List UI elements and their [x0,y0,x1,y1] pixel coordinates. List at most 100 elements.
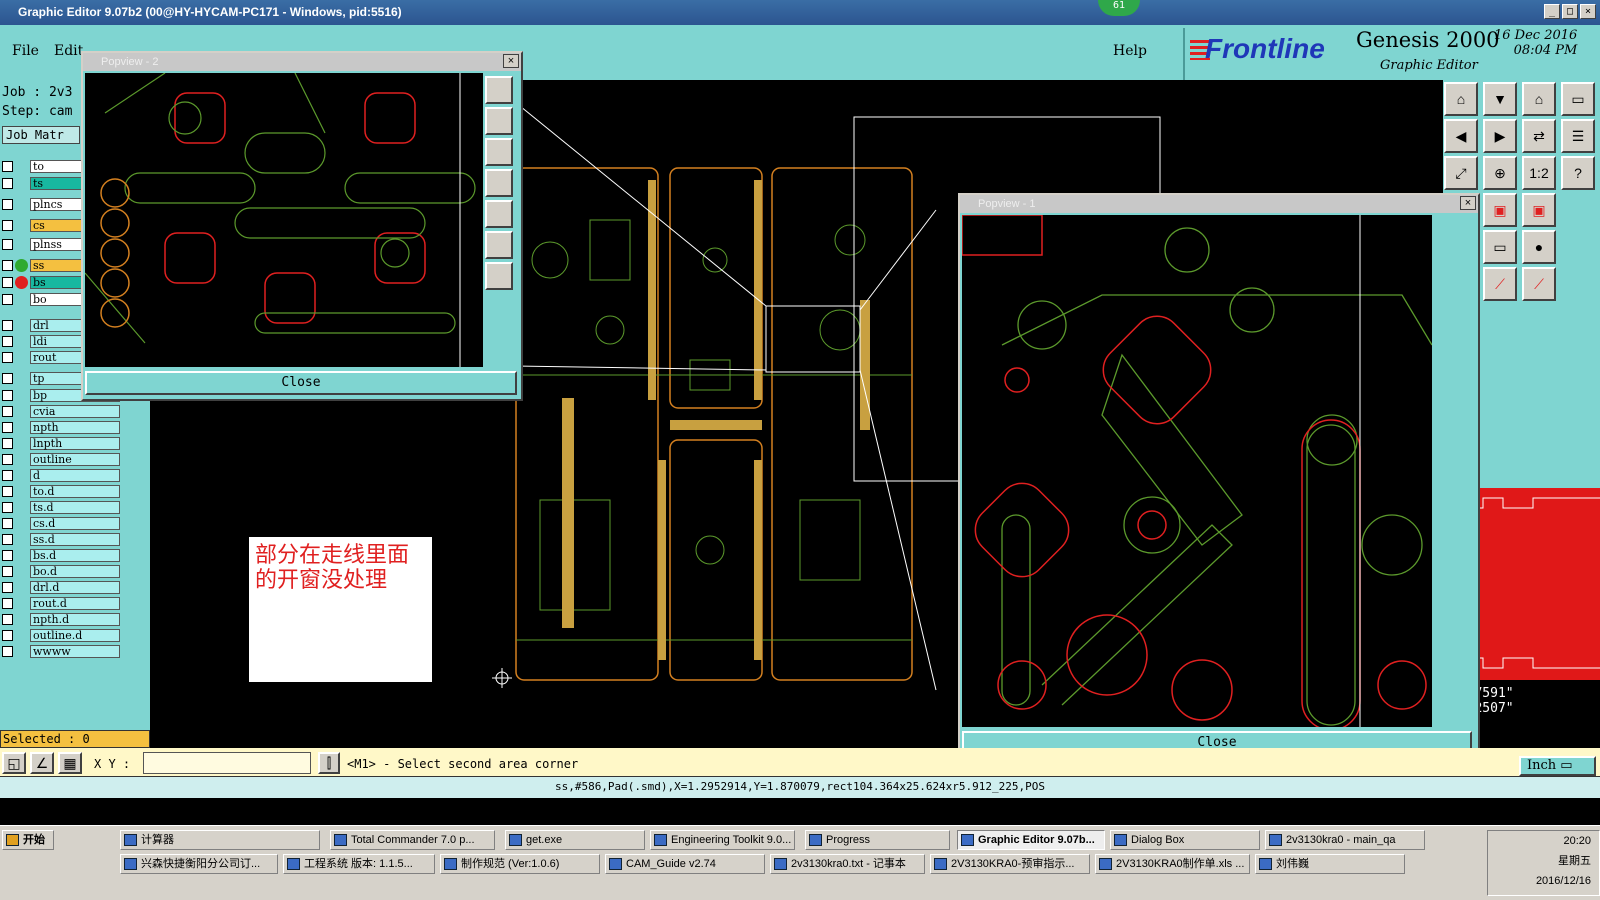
layer-checkbox[interactable] [2,597,13,609]
layer-row[interactable]: cs.d [2,516,120,530]
pv2-up-icon[interactable] [485,107,513,135]
layer-checkbox[interactable] [2,645,13,657]
menu-help[interactable]: Help [1113,43,1147,59]
pv2-left-icon[interactable] [485,169,513,197]
tool-window-icon[interactable]: ▭ [1561,82,1595,116]
tool-list-icon[interactable]: ☰ [1561,119,1595,153]
layer-row[interactable]: lnpth [2,436,120,450]
tool-left-icon[interactable]: ◀ [1444,119,1478,153]
layer-checkbox[interactable] [2,565,13,577]
pv2-down-icon[interactable] [485,138,513,166]
layer-checkbox[interactable] [2,437,13,449]
layer-row[interactable]: wwww [2,644,120,658]
taskbar-button[interactable]: 刘伟巍 [1255,854,1405,874]
taskbar-button[interactable]: 制作规范 (Ver:1.0.6) [440,854,600,874]
taskbar-button[interactable]: get.exe [505,830,645,850]
layer-checkbox[interactable] [2,238,13,250]
tool-circle-icon[interactable]: ● [1522,230,1556,264]
layer-row[interactable]: outline [2,452,120,466]
layer-row[interactable]: npth [2,420,120,434]
taskbar-button[interactable]: 兴森快捷衡阳分公司订... [120,854,278,874]
layer-checkbox[interactable] [2,293,13,305]
coordinate-mode-icon[interactable]: ⫿ [318,752,340,774]
tool-help-icon[interactable]: ? [1561,156,1595,190]
popview-2-canvas[interactable] [85,73,483,367]
pv2-open-icon[interactable] [485,76,513,104]
layer-row[interactable]: d [2,468,120,482]
tool-house-icon[interactable]: ⌂ [1522,82,1556,116]
tool-mirror-icon[interactable]: ⇄ [1522,119,1556,153]
tool-layers-icon[interactable]: ▣ [1483,193,1517,227]
snap-icon[interactable]: ◱ [2,752,26,774]
taskbar-button[interactable]: 工程系统 版本: 1.1.5... [283,854,435,874]
layer-row[interactable]: bs.d [2,548,120,562]
layer-checkbox[interactable] [2,372,13,384]
popview-1-canvas[interactable] [962,215,1432,727]
taskbar-button[interactable]: 计算器 [120,830,320,850]
taskbar-button[interactable]: Progress [805,830,950,850]
layer-checkbox[interactable] [2,485,13,497]
layer-row[interactable]: ss.d [2,532,120,546]
layer-checkbox[interactable] [2,335,13,347]
maximize-button[interactable]: □ [1562,4,1578,19]
tool-zoom-icon[interactable]: ⊕ [1483,156,1517,190]
popview-1-window[interactable]: Popview - 1 × Close [958,193,1480,761]
layer-row[interactable]: ts.d [2,500,120,514]
layer-checkbox[interactable] [2,405,13,417]
menu-edit[interactable]: Edit [54,43,83,59]
layer-checkbox[interactable] [2,501,13,513]
minimize-button[interactable]: _ [1544,4,1560,19]
taskbar-button[interactable]: Dialog Box [1110,830,1260,850]
layer-checkbox[interactable] [2,160,13,172]
layer-checkbox[interactable] [2,581,13,593]
tool-ratio-icon[interactable]: 1:2 [1522,156,1556,190]
layer-checkbox[interactable] [2,421,13,433]
layer-checkbox[interactable] [2,177,13,189]
unit-selector[interactable]: Inch ▭ [1519,756,1596,776]
job-matrix-button[interactable]: Job Matr [2,126,80,144]
tool-line2-icon[interactable]: ⟋ [1522,267,1556,301]
taskbar-button[interactable]: CAM_Guide v2.74 [605,854,765,874]
tool-right-icon[interactable]: ▶ [1483,119,1517,153]
layer-checkbox[interactable] [2,219,13,231]
taskbar-button[interactable]: Total Commander 7.0 p... [330,830,495,850]
layer-row[interactable]: rout.d [2,596,120,610]
layer-checkbox[interactable] [2,613,13,625]
tool-ruler-icon[interactable]: ▭ [1483,230,1517,264]
grid-snap-icon[interactable]: ▦ [58,752,82,774]
tool-home-icon[interactable]: ⌂ [1444,82,1478,116]
layer-checkbox[interactable] [2,319,13,331]
layer-checkbox[interactable] [2,389,13,401]
popview-2-window[interactable]: Popview - 2 × Close [81,51,523,401]
layer-row[interactable]: drl.d [2,580,120,594]
angle-icon[interactable]: ∠ [30,752,54,774]
popview-2-close-button[interactable]: Close [85,371,517,395]
taskbar-button[interactable]: Graphic Editor 9.07b... [957,830,1105,850]
popview-2-close-icon[interactable]: × [503,54,519,68]
layer-checkbox[interactable] [2,549,13,561]
layer-row[interactable]: npth.d [2,612,120,626]
layer-row[interactable]: outline.d [2,628,120,642]
tool-fit-icon[interactable]: ⤢ [1444,156,1478,190]
menu-file[interactable]: File [12,43,39,59]
layer-checkbox[interactable] [2,198,13,210]
close-window-button[interactable]: × [1580,4,1596,19]
layer-checkbox[interactable] [2,533,13,545]
popview-1-close-icon[interactable]: × [1460,196,1476,210]
xy-input[interactable] [143,752,311,774]
tool-layers2-icon[interactable]: ▣ [1522,193,1556,227]
tool-line-icon[interactable]: ⟋ [1483,267,1517,301]
pv2-fit-icon[interactable] [485,231,513,259]
layer-checkbox[interactable] [2,453,13,465]
pv2-zoom-icon[interactable] [485,262,513,290]
tool-down-icon[interactable]: ▼ [1483,82,1517,116]
layer-checkbox[interactable] [2,276,13,288]
taskbar-button[interactable]: 2v3130kra0.txt - 记事本 [770,854,925,874]
layer-checkbox[interactable] [2,469,13,481]
pv2-right-icon[interactable] [485,200,513,228]
taskbar-button[interactable]: 2V3130KRA0制作单.xls ... [1095,854,1250,874]
layer-checkbox[interactable] [2,517,13,529]
layer-row[interactable]: to.d [2,484,120,498]
layer-row[interactable]: bo.d [2,564,120,578]
taskbar-button[interactable]: 2V3130KRA0-预审指示... [930,854,1090,874]
